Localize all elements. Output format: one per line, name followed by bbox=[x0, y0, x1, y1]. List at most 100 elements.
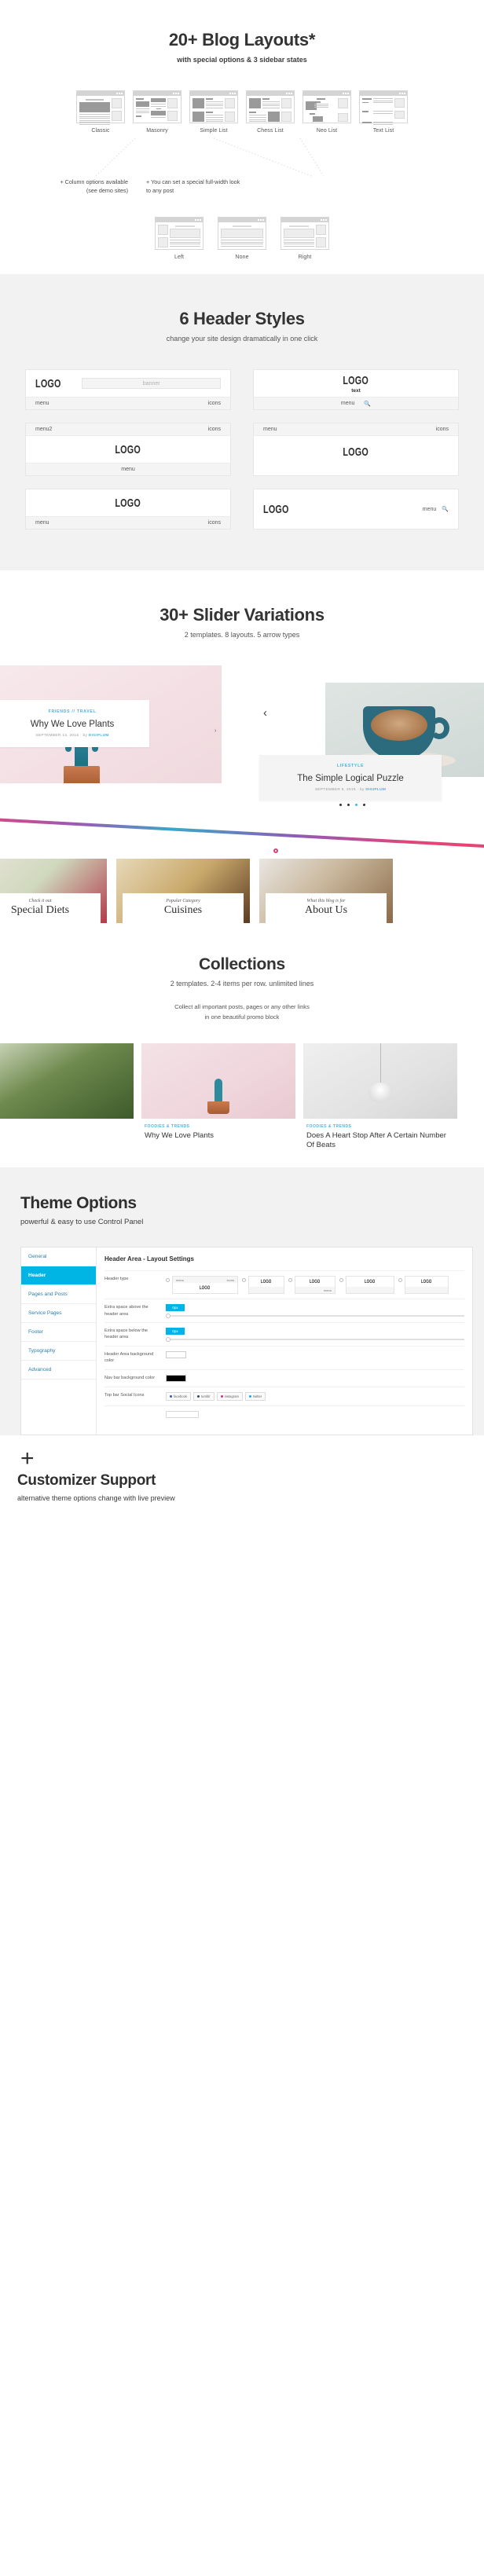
logo-text: LOGO bbox=[115, 496, 141, 510]
field-label: Extra space below the header area bbox=[104, 1328, 148, 1340]
search-icon[interactable]: 🔍 bbox=[442, 506, 449, 512]
header-style-cards: LOGO banner menu icons LOGO text menu 🔍 … bbox=[0, 369, 484, 529]
sidebar-preview bbox=[218, 217, 266, 250]
sidebar-item-general[interactable]: General bbox=[21, 1248, 96, 1267]
slider-dot-active[interactable] bbox=[355, 804, 358, 806]
header-style-card-2[interactable]: LOGO text menu 🔍 bbox=[253, 369, 459, 410]
radio-icon[interactable] bbox=[398, 1278, 402, 1283]
icons-label: icons bbox=[207, 427, 221, 432]
sidebar-state-right[interactable]: Right bbox=[280, 217, 329, 260]
slide-caption-card-a[interactable]: FRIENDS // TRAVEL Why We Love Plants SEP… bbox=[0, 700, 149, 747]
radio-icon[interactable] bbox=[339, 1278, 343, 1283]
theme-feature-page: 20+ Blog Layouts* with special options &… bbox=[0, 0, 484, 1523]
preview-nav-bar bbox=[249, 1287, 284, 1294]
collection-title: Why We Love Plants bbox=[145, 1130, 214, 1140]
slider-dots[interactable] bbox=[339, 804, 365, 806]
social-icon-pills[interactable]: facebook tumblr instagram twitter bbox=[166, 1391, 464, 1401]
rainbow-divider bbox=[0, 817, 484, 850]
coffee-cup-illustration bbox=[363, 706, 449, 760]
range-slider[interactable] bbox=[166, 1313, 464, 1318]
header-main-row: LOGO bbox=[26, 489, 230, 516]
header-preview: menu icons LOGO bbox=[172, 1276, 238, 1295]
logo-text: LOGO bbox=[263, 502, 289, 516]
category-card-special-diets[interactable]: Check it out Special Diets bbox=[0, 859, 107, 923]
slider-dot[interactable] bbox=[363, 804, 365, 806]
sidebar-item-footer[interactable]: Footer bbox=[21, 1323, 96, 1343]
sidebar-item-typography[interactable]: Typography bbox=[21, 1342, 96, 1361]
panel-content: Header Area - Layout Settings Header typ… bbox=[97, 1248, 472, 1435]
sidebar-item-pages-and-posts[interactable]: Pages and Posts bbox=[21, 1285, 96, 1305]
slider-dot[interactable] bbox=[339, 804, 342, 806]
menu-label: menu bbox=[35, 401, 50, 406]
category-card-cuisines[interactable]: Popular Category Cuisines bbox=[116, 859, 250, 923]
customizer-section: + Customizer Support alternative theme o… bbox=[0, 1435, 484, 1523]
radio-icon[interactable] bbox=[166, 1278, 170, 1283]
lamp-illustration bbox=[368, 1082, 392, 1103]
chevron-right-icon[interactable]: › bbox=[214, 728, 216, 734]
collection-card-1[interactable] bbox=[0, 1042, 134, 1151]
header-type-option[interactable]: menu icons LOGO bbox=[166, 1276, 238, 1295]
layout-preview bbox=[189, 90, 238, 123]
layout-item-chess-list[interactable]: Chess List bbox=[246, 90, 295, 134]
range-slider[interactable] bbox=[166, 1336, 464, 1342]
header-style-card-1[interactable]: LOGO banner menu icons bbox=[25, 369, 231, 410]
color-swatch[interactable] bbox=[166, 1374, 186, 1382]
header-style-card-4[interactable]: menu icons LOGO bbox=[253, 423, 459, 476]
search-icon[interactable]: 🔍 bbox=[364, 401, 371, 407]
layout-item-simple-list[interactable]: Simple List bbox=[189, 90, 238, 134]
radio-icon[interactable] bbox=[288, 1278, 292, 1283]
layout-item-neo-list[interactable]: Neo List bbox=[302, 90, 351, 134]
layout-item-masonry[interactable]: Masonry bbox=[133, 90, 182, 134]
layout-label: Text List bbox=[372, 128, 394, 134]
collection-card-3[interactable]: FOODIES & TRENDS Does A Heart Stop After… bbox=[303, 1042, 457, 1151]
header-style-card-6[interactable]: LOGO menu 🔍 bbox=[253, 489, 459, 529]
layout-preview bbox=[246, 90, 295, 123]
header-main-row: LOGO bbox=[26, 436, 230, 463]
sidebar-state-none[interactable]: None bbox=[218, 217, 266, 260]
radio-icon[interactable] bbox=[242, 1278, 246, 1283]
number-input[interactable]: 0px bbox=[166, 1304, 185, 1312]
slider-dot[interactable] bbox=[347, 804, 350, 806]
layout-item-text-list[interactable]: Text List bbox=[359, 90, 408, 134]
social-pill-facebook[interactable]: facebook bbox=[166, 1391, 191, 1401]
social-pill-instagram[interactable]: instagram bbox=[216, 1391, 244, 1401]
header-preview: LOGO bbox=[405, 1276, 449, 1295]
menu-label: menu bbox=[176, 1277, 185, 1282]
chevron-left-icon[interactable]: ‹ bbox=[263, 706, 267, 720]
sidebar-item-advanced[interactable]: Advanced bbox=[21, 1361, 96, 1380]
logo-subtext: text bbox=[351, 387, 361, 394]
sidebar-state-left[interactable]: Left bbox=[155, 217, 204, 260]
category-label: Popular Category Cuisines bbox=[123, 893, 244, 923]
header-type-options[interactable]: menu icons LOGO LOGO LOGO menu LOGO LOGO bbox=[166, 1276, 464, 1295]
header-type-option[interactable]: LOGO bbox=[242, 1276, 284, 1295]
category-card-about-us[interactable]: What this blog is for About Us bbox=[259, 859, 393, 923]
number-input[interactable]: 0px bbox=[166, 1328, 185, 1336]
header-type-option[interactable]: LOGO bbox=[339, 1276, 394, 1295]
header-preview: LOGO menu bbox=[295, 1276, 336, 1295]
field-top-bar-social-icons: Top bar Social Icons facebook tumblr ins… bbox=[104, 1386, 464, 1405]
social-pill-twitter[interactable]: twitter bbox=[245, 1391, 266, 1401]
slide-caption-card-b[interactable]: LIFESTYLE The Simple Logical Puzzle SEPT… bbox=[259, 755, 442, 801]
collections-description: Collect all important posts, pages or an… bbox=[174, 1003, 310, 1021]
sidebar-state-label: None bbox=[235, 255, 249, 260]
preview-main-row: LOGO bbox=[346, 1277, 394, 1287]
theme-options-section: Theme Options powerful & easy to use Con… bbox=[0, 1167, 484, 1436]
collection-card-2[interactable]: FOODIES & TRENDS Why We Love Plants bbox=[141, 1042, 295, 1151]
preview-nav-bar: menu bbox=[295, 1287, 335, 1294]
sidebar-item-header[interactable]: Header bbox=[21, 1266, 96, 1286]
color-swatch[interactable] bbox=[166, 1350, 186, 1358]
sidebar-item-service-pages[interactable]: Service Pages bbox=[21, 1304, 96, 1324]
collection-cards: FOODIES & TRENDS Why We Love Plants FOOD… bbox=[0, 1042, 484, 1151]
header-type-option[interactable]: LOGO menu bbox=[288, 1276, 336, 1295]
layout-item-classic[interactable]: Classic bbox=[76, 90, 125, 134]
header-nav-bar: menu icons bbox=[26, 397, 230, 409]
header-style-card-5[interactable]: LOGO menu icons bbox=[25, 489, 231, 529]
header-style-card-3[interactable]: menu2 icons LOGO menu bbox=[25, 423, 231, 476]
select-dropdown[interactable] bbox=[166, 1410, 199, 1418]
header-type-option[interactable]: LOGO bbox=[398, 1276, 449, 1295]
social-pill-tumblr[interactable]: tumblr bbox=[193, 1391, 214, 1401]
sidebar-preview bbox=[155, 217, 204, 250]
collection-meta: FOODIES & TRENDS Why We Love Plants bbox=[141, 1119, 295, 1141]
customizer-subtitle: alternative theme options change with li… bbox=[17, 1494, 175, 1503]
layout-label: Masonry bbox=[146, 128, 168, 134]
